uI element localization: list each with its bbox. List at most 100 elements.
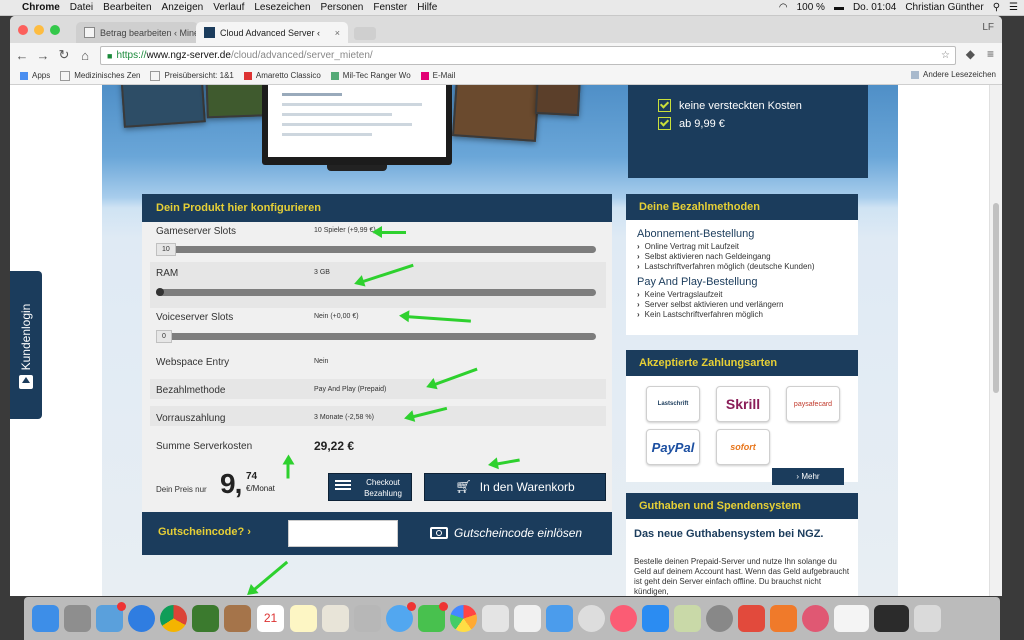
preview-icon[interactable] — [354, 605, 381, 632]
page-scrollbar[interactable] — [989, 85, 1002, 596]
sofort-logo[interactable]: sofort — [716, 429, 770, 465]
close-tab-icon[interactable]: × — [329, 28, 340, 38]
bookmark-amaretto[interactable]: Amaretto Classico — [243, 71, 321, 80]
reload-icon[interactable]: ↻ — [55, 47, 73, 63]
page-icon — [150, 70, 161, 81]
close-window-button[interactable] — [18, 25, 28, 35]
notification-center-icon[interactable]: ☰ — [1009, 2, 1018, 13]
menu-hilfe[interactable]: Hilfe — [417, 2, 437, 13]
minimize-window-button[interactable] — [34, 25, 44, 35]
menu-fenster[interactable]: Fenster — [373, 2, 407, 13]
trash-icon[interactable] — [914, 605, 941, 632]
todoist-icon[interactable] — [738, 605, 765, 632]
menu-lesezeichen[interactable]: Lesezeichen — [254, 2, 310, 13]
skrill-logo[interactable]: Skrill — [716, 386, 770, 422]
menu-bearbeiten[interactable]: Bearbeiten — [103, 2, 151, 13]
paypal-logo[interactable]: PayPal — [646, 429, 700, 465]
back-arrow-icon[interactable]: ← — [13, 48, 31, 63]
payment-method-name: paysafecard — [793, 400, 833, 408]
home-icon[interactable]: ⌂ — [76, 48, 94, 63]
launchpad-icon[interactable] — [64, 605, 91, 632]
scrollbar-thumb[interactable] — [993, 203, 999, 393]
price-label: Dein Preis nur — [156, 485, 207, 494]
system-preferences-icon[interactable] — [706, 605, 733, 632]
url-path: /cloud/advanced/server_mieten/ — [230, 50, 373, 61]
itunes-icon[interactable] — [610, 605, 637, 632]
document-stack-icon[interactable] — [834, 605, 869, 632]
voucher-bar: Gutscheincode? › Gutscheincode einlösen — [142, 512, 612, 555]
voucher-label[interactable]: Gutscheincode? › — [158, 526, 251, 538]
add-to-cart-button[interactable]: 🛒︎ In den Warenkorb — [424, 473, 606, 501]
safari-icon[interactable] — [128, 605, 155, 632]
lips-app-icon[interactable] — [802, 605, 829, 632]
textedit-icon[interactable] — [322, 605, 349, 632]
bookmark-medizinisches[interactable]: Medizinisches Zen — [60, 70, 140, 81]
other-bookmarks[interactable]: Andere Lesezeichen — [911, 70, 996, 79]
panel-title: Guthaben und Spendensystem — [626, 493, 858, 519]
row-value[interactable]: Pay And Play (Prepaid) — [314, 386, 386, 393]
site-favicon-icon — [243, 71, 252, 80]
notes-icon[interactable] — [290, 605, 317, 632]
calendar-icon[interactable]: 21 — [256, 604, 285, 633]
more-payments-button[interactable]: › Mehr — [772, 468, 844, 485]
numbers-icon[interactable] — [514, 605, 541, 632]
bookmarks-bar: Apps Medizinisches Zen Preisübersicht: 1… — [10, 67, 1002, 85]
bookmark-miltec[interactable]: Mil-Tec Ranger Wo — [330, 71, 411, 80]
slider-handle[interactable] — [156, 288, 164, 296]
lastschrift-logo[interactable]: Lastschrift — [646, 386, 700, 422]
terminal-stack-icon[interactable] — [874, 605, 909, 632]
folder-icon — [911, 70, 920, 79]
finder-icon[interactable] — [32, 605, 59, 632]
row-label: Voiceserver Slots — [156, 312, 234, 323]
voiceserver-slots-slider[interactable]: 0 — [156, 330, 596, 343]
user-label[interactable]: Christian Günther — [905, 2, 983, 13]
battery-label[interactable]: 100 % — [797, 2, 825, 13]
flag-icon[interactable]: ▬ — [834, 2, 844, 13]
address-bar[interactable]: ■ https:// www.ngz-server.de /cloud/adva… — [100, 46, 956, 65]
quicktime-icon[interactable] — [578, 605, 605, 632]
photos-slides-icon[interactable] — [96, 602, 126, 632]
voucher-code-input[interactable] — [288, 520, 398, 547]
tab-cloud-advanced-server[interactable]: Cloud Advanced Server ‹ × — [196, 22, 348, 43]
pages-icon[interactable] — [482, 605, 509, 632]
menu-datei[interactable]: Datei — [70, 2, 93, 13]
new-tab-button[interactable] — [354, 27, 376, 40]
zoom-window-button[interactable] — [50, 25, 60, 35]
clock-label[interactable]: Do. 01:04 — [853, 2, 896, 13]
gameserver-slots-slider[interactable]: 10 — [156, 243, 596, 256]
bookmark-star-icon[interactable]: ☆ — [941, 50, 950, 61]
bookmark-email[interactable]: E-Mail — [420, 71, 455, 80]
chrome-menu-icon[interactable]: ≡ — [987, 47, 994, 61]
profile-label[interactable]: LF — [982, 22, 994, 33]
keynote-icon[interactable] — [546, 605, 573, 632]
paysafecard-logo[interactable]: paysafecard — [786, 386, 840, 422]
extension-icon[interactable]: ◆ — [966, 47, 975, 61]
product-config-panel: Dein Produkt hier konfigurieren Gameserv… — [142, 194, 612, 555]
messages-icon[interactable] — [386, 602, 416, 632]
photos-icon[interactable] — [450, 605, 477, 632]
bookmark-apps[interactable]: Apps — [20, 71, 50, 80]
menu-personen[interactable]: Personen — [321, 2, 364, 13]
chrome-icon[interactable] — [160, 605, 187, 632]
bookmark-preisuebersicht[interactable]: Preisübersicht: 1&1 — [150, 70, 234, 81]
bookmark-label: Apps — [32, 71, 51, 80]
row-value[interactable]: 3 Monate (-2,58 %) — [314, 414, 374, 421]
tab-betrag-bearbeiten[interactable]: Betrag bearbeiten ‹ Minec × — [76, 22, 198, 43]
menu-anzeigen[interactable]: Anzeigen — [162, 2, 204, 13]
redeem-voucher-button[interactable]: Gutscheincode einlösen — [430, 523, 582, 543]
app-store-icon[interactable] — [642, 605, 669, 632]
list-item: Keine Vertragslaufzeit — [637, 290, 858, 300]
menu-app-name[interactable]: Chrome — [22, 2, 60, 13]
menu-verlauf[interactable]: Verlauf — [213, 2, 244, 13]
wrench-app-icon[interactable] — [674, 605, 701, 632]
notebook-icon[interactable] — [224, 605, 251, 632]
wifi-icon[interactable]: ◠ — [779, 2, 788, 13]
forward-arrow-icon[interactable]: → — [34, 48, 52, 63]
upload-app-icon[interactable] — [770, 605, 797, 632]
ram-slider[interactable] — [156, 288, 596, 296]
checkout-button[interactable]: Checkout Bezahlung — [328, 473, 412, 501]
minecraft-icon[interactable] — [192, 605, 219, 632]
facetime-icon[interactable] — [418, 602, 448, 632]
customer-login-tab[interactable]: Kundenlogin — [10, 271, 42, 419]
spotlight-icon[interactable]: ⚲ — [993, 2, 1000, 13]
